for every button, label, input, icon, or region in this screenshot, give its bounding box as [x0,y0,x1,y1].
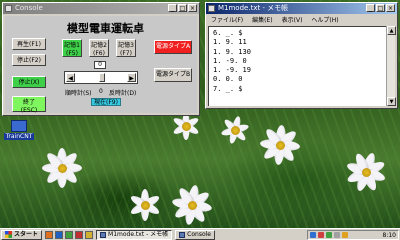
notepad-titlebar[interactable]: M1mode.txt - メモ帳 _ □ × [206,3,397,14]
notepad-menubar: ファイル(F) 編集(E) 表示(V) ヘルプ(H) [208,16,395,25]
console-title: Console [15,4,43,12]
scroll-up-icon[interactable]: ▲ [387,26,396,35]
taskbar: スタート M1mode.txt - メモ帳 Console 8:10 [0,228,400,240]
minimize-icon[interactable]: _ [168,4,177,12]
speed-counter: 0 [94,61,106,69]
text-line: 1. 9. 11 [213,38,247,47]
desktop-icon[interactable] [65,230,74,239]
desktop-icon-traincnt[interactable]: TrainCNT [4,120,34,140]
menu-view[interactable]: 表示(V) [282,16,303,25]
exit-button[interactable]: 終了 (ESC) [12,96,46,114]
notepad-title: M1mode.txt - メモ帳 [218,4,289,12]
close-icon[interactable]: × [386,4,395,12]
stop-x-button[interactable]: 停止(X) [12,76,46,88]
task-label: Console [187,231,211,238]
start-button[interactable]: スタート [1,229,43,240]
vertical-scrollbar[interactable]: ▲ ▼ [386,26,396,106]
shortcut-icon [11,120,27,132]
close-icon[interactable]: × [188,4,197,12]
text-line: 1. -9. 0 [213,56,247,65]
task-label: M1mode.txt - メモ帳 [108,231,169,238]
quick-launch [45,230,94,239]
folder-icon[interactable] [85,230,94,239]
replay-button[interactable]: 再生(F1) [12,38,46,50]
stop-button[interactable]: 停止(F2) [12,54,46,66]
minimize-icon[interactable]: _ [366,4,375,12]
security-icon[interactable] [318,232,324,238]
console-body: 模型電車運転卓 再生(F1) 停止(F2) 停止(X) 終了 (ESC) 記憶1… [5,16,197,114]
ime-icon[interactable] [342,232,348,238]
clockwise-label: 順時計(S) [65,90,92,97]
text-line: 0. 0. 0 [213,75,243,84]
menu-file[interactable]: ファイル(F) [211,16,243,25]
power-type-b-button[interactable]: 電源タイプB [154,68,192,82]
status-indicator[interactable]: 現在(F9) [91,98,121,106]
power-type-a-button[interactable]: 電源タイプA [154,40,192,54]
app-title: 模型電車運転卓 [67,22,144,35]
text-line: 1. -9. 19 [213,66,251,75]
speed-slider[interactable]: ◀ ▶ [64,71,138,84]
counterclockwise-label: 反時計(D) [109,90,137,97]
text-line: 6. _. $ [213,29,243,37]
text-line: 1. 9. 130 [213,47,251,56]
console-window: Console _ □ × 模型電車運転卓 再生(F1) 停止(F2) 停止(X… [2,2,200,116]
start-label: スタート [14,231,39,238]
maximize-icon[interactable]: □ [376,4,385,12]
slider-thumb[interactable] [99,73,105,82]
console-titlebar[interactable]: Console _ □ × [3,3,199,14]
console-icon [179,231,186,238]
app-icon[interactable] [75,230,84,239]
memory-1-button[interactable]: 記憶1 (F5) [62,39,82,57]
taskbar-item-notepad[interactable]: M1mode.txt - メモ帳 [96,229,173,240]
clock[interactable]: 8:10 [383,232,396,239]
direction-zero-label: 0 [99,88,103,95]
menu-edit[interactable]: 編集(E) [252,16,272,25]
update-icon[interactable] [326,232,332,238]
windows-logo-icon [5,231,12,238]
notepad-icon [100,231,107,238]
notepad-window: M1mode.txt - メモ帳 _ □ × ファイル(F) 編集(E) 表示(… [205,2,398,109]
volume-icon[interactable] [334,232,340,238]
browser-icon[interactable] [45,230,54,239]
notepad-text-area[interactable]: 6. _. $ 1. 9. 11 1. 9. 130 1. -9. 0 1. -… [208,26,395,106]
menu-help[interactable]: ヘルプ(H) [311,16,338,25]
maximize-icon[interactable]: □ [178,4,187,12]
memory-2-button[interactable]: 記憶2 (F6) [89,39,109,57]
text-line: 7. _. $ [213,84,243,93]
slider-left-arrow-icon[interactable]: ◀ [66,73,75,82]
system-tray: 8:10 [307,230,399,240]
memory-3-button[interactable]: 記憶3 (F7) [116,39,136,57]
slider-right-arrow-icon[interactable]: ▶ [127,73,136,82]
notepad-icon [208,5,215,12]
network-icon[interactable] [310,232,316,238]
desktop-icon-label: TrainCNT [4,133,34,140]
scroll-down-icon[interactable]: ▼ [387,97,396,106]
taskbar-item-console[interactable]: Console [175,229,215,240]
window-icon [5,5,12,12]
explorer-icon[interactable] [55,230,64,239]
